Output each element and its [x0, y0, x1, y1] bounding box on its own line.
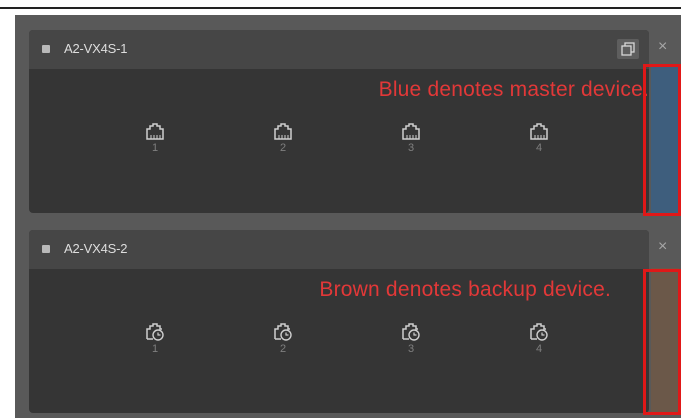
close-device-1-icon[interactable]: × [658, 38, 667, 56]
port-number: 4 [535, 142, 543, 154]
ethernet-port-2[interactable]: 2 [271, 123, 295, 154]
copy-config-button[interactable] [617, 39, 639, 59]
port-number: 4 [535, 343, 543, 355]
ethernet-port-3[interactable]: 3 [399, 123, 423, 154]
close-device-2-icon[interactable]: × [658, 238, 667, 256]
ethernet-port-backup-icon [146, 323, 164, 341]
device-panel-backup[interactable]: A2-VX4S-2 Brown denotes backup device. 1… [29, 230, 649, 413]
port-number: 2 [279, 142, 287, 154]
backup-port-3[interactable]: 3 [399, 323, 423, 355]
ethernet-port-icon [146, 123, 164, 140]
master-strip-highlight [643, 64, 681, 216]
device-panel-header[interactable]: A2-VX4S-1 [29, 30, 649, 69]
copy-icon [621, 42, 635, 56]
port-number: 1 [151, 142, 159, 154]
port-number: 3 [407, 343, 415, 355]
ethernet-port-1[interactable]: 1 [143, 123, 167, 154]
device-title: A2-VX4S-1 [64, 41, 128, 56]
top-divider [0, 7, 681, 9]
backup-port-1[interactable]: 1 [143, 323, 167, 355]
backup-port-4[interactable]: 4 [527, 323, 551, 355]
ethernet-port-backup-icon [530, 323, 548, 341]
port-number: 2 [279, 343, 287, 355]
port-number: 3 [407, 142, 415, 154]
ethernet-port-icon [402, 123, 420, 140]
ethernet-port-backup-icon [402, 323, 420, 341]
device-panel-master[interactable]: A2-VX4S-1 Blue denotes master device. 1 … [29, 30, 649, 213]
port-number: 1 [151, 343, 159, 355]
master-note: Blue denotes master device. [378, 78, 649, 101]
device-title: A2-VX4S-2 [64, 241, 128, 256]
ethernet-port-4[interactable]: 4 [527, 123, 551, 154]
ethernet-port-backup-icon [274, 323, 292, 341]
backup-strip-highlight [643, 269, 681, 415]
backup-port-2[interactable]: 2 [271, 323, 295, 355]
device-panel-header[interactable]: A2-VX4S-2 [29, 230, 649, 269]
backup-note: Brown denotes backup device. [319, 278, 611, 301]
device-status-indicator [42, 245, 50, 253]
ethernet-port-icon [274, 123, 292, 140]
ethernet-port-icon [530, 123, 548, 140]
device-status-indicator [42, 45, 50, 53]
